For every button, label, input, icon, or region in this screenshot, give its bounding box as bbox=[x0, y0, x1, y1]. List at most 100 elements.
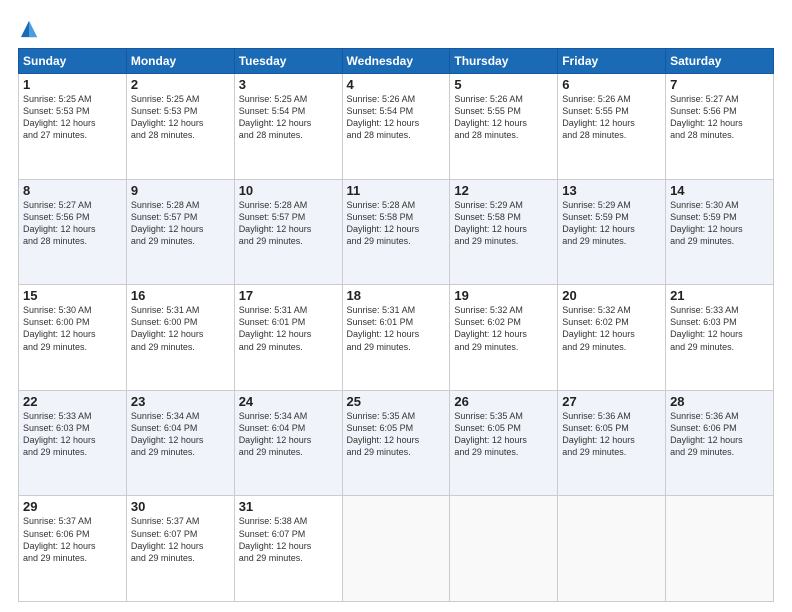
day-number: 30 bbox=[131, 499, 230, 514]
calendar-cell: 18Sunrise: 5:31 AMSunset: 6:01 PMDayligh… bbox=[342, 285, 450, 391]
day-number: 2 bbox=[131, 77, 230, 92]
calendar-page: SundayMondayTuesdayWednesdayThursdayFrid… bbox=[0, 0, 792, 612]
day-number: 20 bbox=[562, 288, 661, 303]
day-number: 31 bbox=[239, 499, 338, 514]
page-header bbox=[18, 18, 774, 40]
day-number: 6 bbox=[562, 77, 661, 92]
calendar-cell bbox=[558, 496, 666, 602]
calendar-week-row: 29Sunrise: 5:37 AMSunset: 6:06 PMDayligh… bbox=[19, 496, 774, 602]
day-header: Sunday bbox=[19, 49, 127, 74]
calendar-cell: 23Sunrise: 5:34 AMSunset: 6:04 PMDayligh… bbox=[126, 390, 234, 496]
day-number: 11 bbox=[347, 183, 446, 198]
day-number: 29 bbox=[23, 499, 122, 514]
day-header: Saturday bbox=[666, 49, 774, 74]
calendar-cell: 26Sunrise: 5:35 AMSunset: 6:05 PMDayligh… bbox=[450, 390, 558, 496]
calendar-cell: 4Sunrise: 5:26 AMSunset: 5:54 PMDaylight… bbox=[342, 74, 450, 180]
calendar-cell: 1Sunrise: 5:25 AMSunset: 5:53 PMDaylight… bbox=[19, 74, 127, 180]
day-info: Sunrise: 5:36 AMSunset: 6:05 PMDaylight:… bbox=[562, 410, 661, 459]
day-number: 3 bbox=[239, 77, 338, 92]
day-number: 5 bbox=[454, 77, 553, 92]
day-info: Sunrise: 5:36 AMSunset: 6:06 PMDaylight:… bbox=[670, 410, 769, 459]
calendar-cell: 8Sunrise: 5:27 AMSunset: 5:56 PMDaylight… bbox=[19, 179, 127, 285]
calendar-cell: 7Sunrise: 5:27 AMSunset: 5:56 PMDaylight… bbox=[666, 74, 774, 180]
day-info: Sunrise: 5:25 AMSunset: 5:53 PMDaylight:… bbox=[23, 93, 122, 142]
day-info: Sunrise: 5:34 AMSunset: 6:04 PMDaylight:… bbox=[131, 410, 230, 459]
day-number: 10 bbox=[239, 183, 338, 198]
day-info: Sunrise: 5:30 AMSunset: 5:59 PMDaylight:… bbox=[670, 199, 769, 248]
calendar-cell: 29Sunrise: 5:37 AMSunset: 6:06 PMDayligh… bbox=[19, 496, 127, 602]
day-number: 16 bbox=[131, 288, 230, 303]
day-info: Sunrise: 5:37 AMSunset: 6:06 PMDaylight:… bbox=[23, 515, 122, 564]
day-info: Sunrise: 5:28 AMSunset: 5:58 PMDaylight:… bbox=[347, 199, 446, 248]
day-info: Sunrise: 5:34 AMSunset: 6:04 PMDaylight:… bbox=[239, 410, 338, 459]
calendar-cell: 22Sunrise: 5:33 AMSunset: 6:03 PMDayligh… bbox=[19, 390, 127, 496]
day-info: Sunrise: 5:27 AMSunset: 5:56 PMDaylight:… bbox=[23, 199, 122, 248]
day-info: Sunrise: 5:32 AMSunset: 6:02 PMDaylight:… bbox=[562, 304, 661, 353]
calendar-cell bbox=[450, 496, 558, 602]
day-info: Sunrise: 5:26 AMSunset: 5:55 PMDaylight:… bbox=[454, 93, 553, 142]
calendar-cell: 24Sunrise: 5:34 AMSunset: 6:04 PMDayligh… bbox=[234, 390, 342, 496]
calendar-cell bbox=[666, 496, 774, 602]
day-info: Sunrise: 5:31 AMSunset: 6:01 PMDaylight:… bbox=[239, 304, 338, 353]
day-info: Sunrise: 5:31 AMSunset: 6:00 PMDaylight:… bbox=[131, 304, 230, 353]
day-info: Sunrise: 5:26 AMSunset: 5:54 PMDaylight:… bbox=[347, 93, 446, 142]
calendar-cell bbox=[342, 496, 450, 602]
calendar-cell: 12Sunrise: 5:29 AMSunset: 5:58 PMDayligh… bbox=[450, 179, 558, 285]
day-header: Monday bbox=[126, 49, 234, 74]
day-info: Sunrise: 5:32 AMSunset: 6:02 PMDaylight:… bbox=[454, 304, 553, 353]
logo-icon bbox=[18, 18, 40, 40]
day-number: 1 bbox=[23, 77, 122, 92]
day-number: 21 bbox=[670, 288, 769, 303]
calendar-cell: 20Sunrise: 5:32 AMSunset: 6:02 PMDayligh… bbox=[558, 285, 666, 391]
day-number: 18 bbox=[347, 288, 446, 303]
logo bbox=[18, 18, 44, 40]
calendar-cell: 19Sunrise: 5:32 AMSunset: 6:02 PMDayligh… bbox=[450, 285, 558, 391]
calendar-cell: 5Sunrise: 5:26 AMSunset: 5:55 PMDaylight… bbox=[450, 74, 558, 180]
calendar-cell: 21Sunrise: 5:33 AMSunset: 6:03 PMDayligh… bbox=[666, 285, 774, 391]
calendar-cell: 28Sunrise: 5:36 AMSunset: 6:06 PMDayligh… bbox=[666, 390, 774, 496]
day-header: Tuesday bbox=[234, 49, 342, 74]
day-header: Thursday bbox=[450, 49, 558, 74]
calendar-cell: 14Sunrise: 5:30 AMSunset: 5:59 PMDayligh… bbox=[666, 179, 774, 285]
day-info: Sunrise: 5:29 AMSunset: 5:58 PMDaylight:… bbox=[454, 199, 553, 248]
calendar-cell: 9Sunrise: 5:28 AMSunset: 5:57 PMDaylight… bbox=[126, 179, 234, 285]
day-number: 13 bbox=[562, 183, 661, 198]
calendar-week-row: 15Sunrise: 5:30 AMSunset: 6:00 PMDayligh… bbox=[19, 285, 774, 391]
day-number: 7 bbox=[670, 77, 769, 92]
day-number: 9 bbox=[131, 183, 230, 198]
calendar-cell: 15Sunrise: 5:30 AMSunset: 6:00 PMDayligh… bbox=[19, 285, 127, 391]
calendar-cell: 25Sunrise: 5:35 AMSunset: 6:05 PMDayligh… bbox=[342, 390, 450, 496]
day-header: Friday bbox=[558, 49, 666, 74]
calendar-cell: 10Sunrise: 5:28 AMSunset: 5:57 PMDayligh… bbox=[234, 179, 342, 285]
day-info: Sunrise: 5:27 AMSunset: 5:56 PMDaylight:… bbox=[670, 93, 769, 142]
day-info: Sunrise: 5:37 AMSunset: 6:07 PMDaylight:… bbox=[131, 515, 230, 564]
day-info: Sunrise: 5:35 AMSunset: 6:05 PMDaylight:… bbox=[347, 410, 446, 459]
day-info: Sunrise: 5:30 AMSunset: 6:00 PMDaylight:… bbox=[23, 304, 122, 353]
day-number: 25 bbox=[347, 394, 446, 409]
day-number: 17 bbox=[239, 288, 338, 303]
day-number: 22 bbox=[23, 394, 122, 409]
day-info: Sunrise: 5:35 AMSunset: 6:05 PMDaylight:… bbox=[454, 410, 553, 459]
day-header: Wednesday bbox=[342, 49, 450, 74]
day-number: 26 bbox=[454, 394, 553, 409]
calendar-cell: 30Sunrise: 5:37 AMSunset: 6:07 PMDayligh… bbox=[126, 496, 234, 602]
calendar-table: SundayMondayTuesdayWednesdayThursdayFrid… bbox=[18, 48, 774, 602]
calendar-header-row: SundayMondayTuesdayWednesdayThursdayFrid… bbox=[19, 49, 774, 74]
calendar-cell: 2Sunrise: 5:25 AMSunset: 5:53 PMDaylight… bbox=[126, 74, 234, 180]
day-number: 28 bbox=[670, 394, 769, 409]
day-info: Sunrise: 5:38 AMSunset: 6:07 PMDaylight:… bbox=[239, 515, 338, 564]
day-info: Sunrise: 5:28 AMSunset: 5:57 PMDaylight:… bbox=[239, 199, 338, 248]
day-info: Sunrise: 5:29 AMSunset: 5:59 PMDaylight:… bbox=[562, 199, 661, 248]
day-number: 14 bbox=[670, 183, 769, 198]
calendar-cell: 11Sunrise: 5:28 AMSunset: 5:58 PMDayligh… bbox=[342, 179, 450, 285]
calendar-week-row: 1Sunrise: 5:25 AMSunset: 5:53 PMDaylight… bbox=[19, 74, 774, 180]
calendar-week-row: 22Sunrise: 5:33 AMSunset: 6:03 PMDayligh… bbox=[19, 390, 774, 496]
calendar-cell: 16Sunrise: 5:31 AMSunset: 6:00 PMDayligh… bbox=[126, 285, 234, 391]
day-number: 8 bbox=[23, 183, 122, 198]
day-number: 4 bbox=[347, 77, 446, 92]
day-info: Sunrise: 5:26 AMSunset: 5:55 PMDaylight:… bbox=[562, 93, 661, 142]
day-info: Sunrise: 5:25 AMSunset: 5:54 PMDaylight:… bbox=[239, 93, 338, 142]
day-info: Sunrise: 5:28 AMSunset: 5:57 PMDaylight:… bbox=[131, 199, 230, 248]
calendar-cell: 27Sunrise: 5:36 AMSunset: 6:05 PMDayligh… bbox=[558, 390, 666, 496]
day-number: 15 bbox=[23, 288, 122, 303]
